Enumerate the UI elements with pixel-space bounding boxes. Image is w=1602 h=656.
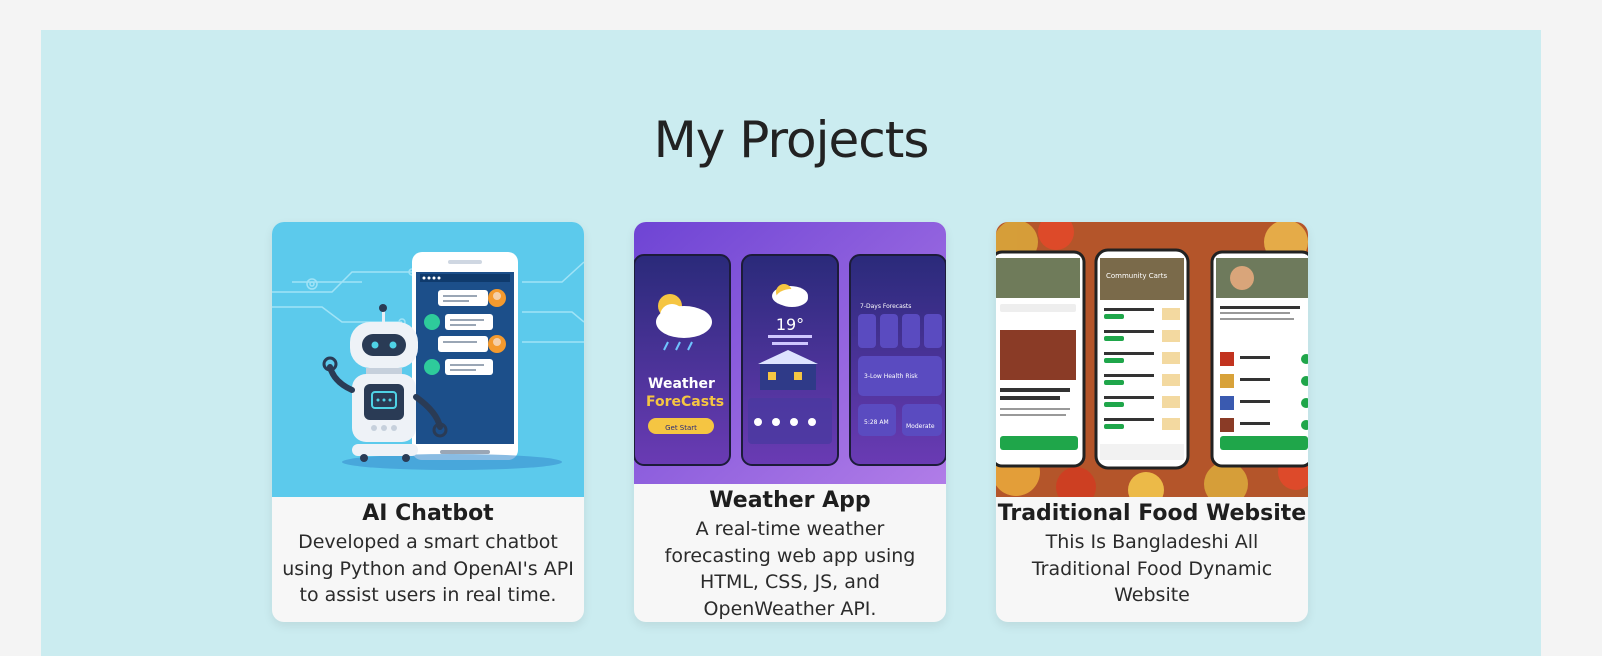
project-title: Weather App [709, 488, 871, 513]
project-description: Developed a smart chatbot using Python a… [282, 531, 574, 606]
chatbot-image [272, 222, 584, 497]
weather-image: Weather ForeCasts Get Start 19° 7-Days F… [634, 222, 946, 484]
weather-forecast-heading: 7-Days Forecasts [860, 303, 911, 310]
project-description: A real-time weather forecasting web app … [664, 518, 916, 620]
project-title: AI Chatbot [362, 501, 494, 526]
section-title: My Projects [653, 111, 930, 169]
food-image: Community Carts [996, 222, 1308, 497]
food-website-phone-mockups: Community Carts [996, 222, 1308, 497]
project-card-ai-chatbot[interactable]: AI Chatbot Developed a smart chatbot usi… [272, 222, 584, 622]
weather-brand-line1: Weather [648, 376, 715, 392]
weather-time: 5:28 AM [864, 419, 889, 426]
weather-brand-line2: ForeCasts [646, 394, 724, 410]
weather-level: Moderate [906, 423, 935, 430]
weather-cta: Get Start [665, 424, 697, 432]
food-heading: Community Carts [1106, 272, 1168, 280]
weather-app-phone-mockups: Weather ForeCasts Get Start 19° 7-Days F… [634, 222, 946, 484]
weather-risk: 3-Low Health Risk [864, 373, 918, 380]
project-description: This Is Bangladeshi All Traditional Food… [1031, 531, 1273, 606]
weather-temp: 19° [776, 315, 804, 334]
project-card-traditional-food[interactable]: Community Carts Traditional Food Website… [996, 222, 1308, 622]
projects-section: My Projects AI Chatbot Developed a smart… [41, 30, 1541, 656]
robot-chatbot-illustration [272, 222, 584, 497]
project-card-weather-app[interactable]: Weather ForeCasts Get Start 19° 7-Days F… [634, 222, 946, 622]
project-title: Traditional Food Website [997, 501, 1307, 526]
project-cards: AI Chatbot Developed a smart chatbot usi… [272, 222, 1308, 622]
